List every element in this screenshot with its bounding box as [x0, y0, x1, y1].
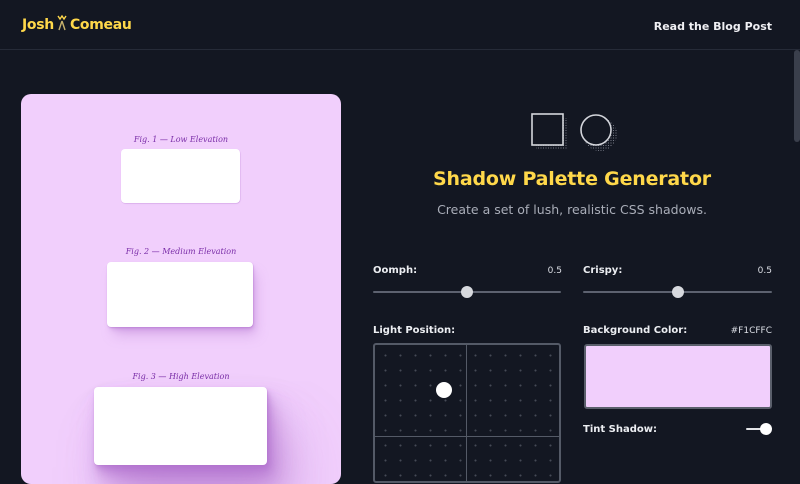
tint-shadow-toggle-knob[interactable]: [760, 423, 772, 435]
background-color-swatch[interactable]: [584, 344, 772, 409]
circle-shadow-icon: [580, 114, 617, 151]
logo-mark-icon: [57, 14, 67, 31]
crispy-value: 0.5: [757, 266, 772, 276]
oomph-slider-thumb[interactable]: [461, 286, 473, 298]
page-subtitle: Create a set of lush, realistic CSS shad…: [437, 202, 707, 217]
pad-horizontal-axis: [375, 436, 559, 437]
pad-vertical-axis: [466, 345, 467, 481]
crispy-slider-thumb[interactable]: [671, 286, 684, 298]
oomph-label: Oomph:: [373, 265, 418, 276]
square-shadow-icon: [531, 113, 568, 150]
crispy-slider[interactable]: [583, 286, 772, 298]
background-color-value: #F1CFFC: [730, 326, 772, 336]
site-logo[interactable]: Josh Comeau: [22, 14, 132, 34]
fig-3-caption: Fig. 3 — High Elevation: [132, 372, 230, 381]
tint-shadow-toggle[interactable]: [746, 423, 772, 435]
low-elevation-card: [121, 149, 240, 203]
shadow-preview-panel: Fig. 1 — Low Elevation Fig. 2 — Medium E…: [21, 94, 341, 484]
light-position-handle[interactable]: [436, 382, 452, 398]
page-scrollbar[interactable]: [794, 50, 800, 142]
light-position-label: Light Position:: [373, 325, 456, 336]
background-color-label: Background Color:: [583, 325, 688, 336]
tint-shadow-label: Tint Shadow:: [583, 424, 657, 435]
read-blog-post-link[interactable]: Read the Blog Post: [654, 20, 772, 33]
high-elevation-card: [94, 387, 267, 465]
page-title: Shadow Palette Generator: [433, 168, 711, 190]
fig-1-caption: Fig. 1 — Low Elevation: [133, 135, 229, 144]
site-header: Josh Comeau Read the Blog Post: [0, 0, 800, 50]
logo-last-name: Comeau: [69, 17, 132, 33]
fig-2-caption: Fig. 2 — Medium Elevation: [125, 247, 237, 256]
light-position-pad[interactable]: [373, 343, 561, 483]
hero-shapes: [531, 113, 617, 151]
oomph-value: 0.5: [547, 266, 562, 276]
medium-elevation-card: [107, 262, 253, 327]
crispy-label: Crispy:: [583, 265, 623, 276]
oomph-slider[interactable]: [373, 286, 561, 298]
logo-first-name: Josh: [22, 17, 54, 33]
